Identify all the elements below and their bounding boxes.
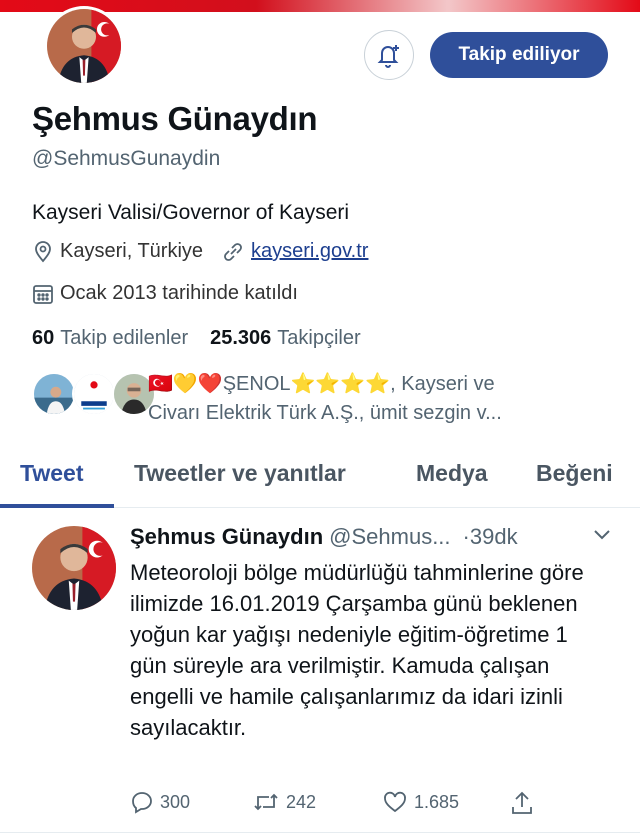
mutual-line-1: 🇹🇷💛❤️ŞENOL⭐⭐⭐⭐, Kayseri ve bbox=[148, 373, 495, 395]
reply-count: 300 bbox=[160, 791, 191, 812]
tweet-timestamp[interactable]: ·39dk bbox=[463, 524, 518, 550]
reply-icon bbox=[132, 792, 152, 814]
following-button[interactable]: Takip ediliyor bbox=[430, 32, 608, 78]
following-label: Takip edilenler bbox=[60, 327, 189, 349]
profile-joined: Ocak 2013 tarihinde katıldı bbox=[60, 282, 298, 304]
retweet-icon bbox=[254, 793, 278, 811]
location-pin-icon bbox=[35, 240, 51, 262]
tweet-text: Meteoroloji bölge müdürlüğü tahminlerine… bbox=[130, 560, 584, 740]
following-count: 60 bbox=[32, 327, 55, 349]
calendar-icon bbox=[33, 284, 53, 304]
followers-link[interactable]: 25.306 Takipçiler bbox=[210, 327, 361, 350]
share-button[interactable] bbox=[510, 790, 534, 816]
mutual-line-2: Civarı Elektrik Türk A.Ş., ümit sezgin v… bbox=[148, 402, 502, 424]
chevron-down-icon[interactable] bbox=[592, 528, 612, 542]
tab-tweet[interactable]: Tweet bbox=[20, 460, 83, 487]
mutual-avatar bbox=[72, 372, 116, 416]
profile-name: Şehmus Günaydın bbox=[32, 100, 318, 137]
mutual-followers-text[interactable]: 🇹🇷💛❤️ŞENOL⭐⭐⭐⭐, Kayseri ve Civarı Elektr… bbox=[148, 370, 608, 428]
tab-likes[interactable]: Beğeni bbox=[536, 460, 613, 487]
mutual-avatar bbox=[32, 372, 76, 416]
profile-tabs: Tweet Tweetler ve yanıtlar Medya Beğeni bbox=[0, 450, 640, 508]
profile-bio: Kayseri Valisi/Governor of Kayseri bbox=[32, 201, 350, 224]
retweet-button[interactable]: 242 bbox=[252, 790, 316, 814]
like-button[interactable]: 1.685 bbox=[382, 790, 459, 814]
follow-counts: 60 Takip edilenler 25.306 Takipçiler bbox=[32, 327, 375, 350]
following-link[interactable]: 60 Takip edilenler bbox=[32, 327, 188, 350]
profile-location: Kayseri, Türkiye bbox=[60, 240, 204, 262]
tab-tweets-and-replies[interactable]: Tweetler ve yanıtlar bbox=[134, 460, 346, 487]
tweet-header: Şehmus Günaydın @Sehmus... ·39dk bbox=[130, 524, 620, 550]
divider bbox=[0, 832, 640, 833]
active-tab-indicator bbox=[0, 504, 114, 508]
profile-website-link[interactable]: kayseri.gov.tr bbox=[251, 240, 368, 263]
link-icon bbox=[224, 242, 242, 261]
tweet-author-name[interactable]: Şehmus Günaydın bbox=[130, 524, 323, 550]
tweet-author-handle[interactable]: @Sehmus... bbox=[329, 524, 450, 550]
retweet-count: 242 bbox=[286, 791, 317, 812]
profile-meta-row: Kayseri, Türkiye kayseri.gov.tr bbox=[32, 240, 368, 263]
profile-avatar[interactable] bbox=[44, 6, 124, 86]
tab-media[interactable]: Medya bbox=[416, 460, 488, 487]
bell-plus-icon bbox=[377, 45, 399, 68]
reply-button[interactable]: 300 bbox=[130, 790, 190, 814]
followers-label: Takipçiler bbox=[277, 327, 361, 349]
tweet-author-avatar[interactable] bbox=[32, 526, 116, 610]
like-count: 1.685 bbox=[414, 791, 460, 812]
mutual-followers-avatars[interactable] bbox=[32, 372, 156, 416]
profile-joined-row: Ocak 2013 tarihinde katıldı bbox=[32, 282, 298, 305]
notifications-bell-button[interactable] bbox=[364, 30, 414, 80]
heart-icon bbox=[384, 791, 406, 813]
share-icon bbox=[512, 791, 532, 814]
followers-count: 25.306 bbox=[210, 327, 272, 349]
profile-handle: @SehmusGunaydin bbox=[32, 147, 221, 170]
